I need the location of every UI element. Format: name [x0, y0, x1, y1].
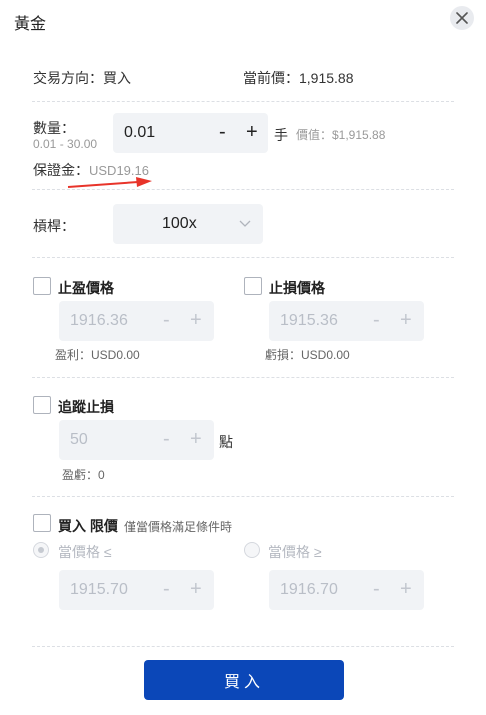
stop-loss-minus-button[interactable]: -	[373, 310, 380, 330]
limit-ge-radio[interactable]	[244, 542, 260, 558]
limit-ge-stepper: 1916.70 - +	[269, 570, 424, 610]
quantity-unit: 手	[274, 127, 288, 143]
price-value: 1,915.88	[299, 70, 354, 86]
take-profit-minus-button[interactable]: -	[163, 310, 170, 330]
limit-checkbox[interactable]	[33, 514, 51, 532]
limit-hint: 僅當價格滿足條件時	[124, 520, 233, 534]
chevron-down-icon	[239, 220, 251, 227]
limit-le-label: 當價格 ≤	[58, 544, 112, 560]
limit-ge-label: 當價格 ≥	[268, 544, 322, 560]
stop-loss-pnl: 虧損：USD0.00	[265, 348, 350, 362]
direction-label: 交易方向：	[33, 70, 103, 86]
leverage-label: 槓桿：	[33, 218, 75, 234]
price-label: 當前價：	[243, 70, 299, 86]
direction-row: 交易方向：買入	[33, 68, 131, 88]
take-profit-label: 止盈價格	[58, 280, 114, 296]
quantity-range: 0.01 - 30.00	[33, 137, 98, 151]
stop-loss-label: 止損價格	[269, 280, 325, 296]
dialog-title: 黃金	[14, 16, 47, 33]
quantity-value: 價值：$1,915.88	[296, 128, 386, 142]
divider	[32, 496, 454, 497]
stop-loss-stepper: 1915.36 - +	[269, 301, 424, 341]
close-icon	[456, 12, 468, 24]
trailing-stop-pnl: 盈虧：0	[62, 468, 105, 482]
quantity-input[interactable]: 0.01	[124, 124, 155, 142]
stop-loss-plus-button[interactable]: +	[400, 310, 412, 330]
limit-ge-plus-button[interactable]: +	[400, 579, 412, 599]
take-profit-plus-button[interactable]: +	[190, 310, 202, 330]
stop-loss-checkbox[interactable]	[244, 277, 262, 295]
direction-value: 買入	[103, 70, 131, 86]
buy-button[interactable]: 買入	[144, 660, 344, 700]
divider	[32, 646, 454, 647]
stop-loss-input[interactable]: 1915.36	[280, 312, 338, 330]
limit-le-plus-button[interactable]: +	[190, 579, 202, 599]
leverage-select[interactable]: 100x	[113, 204, 263, 244]
limit-le-stepper: 1915.70 - +	[59, 570, 214, 610]
limit-ge-minus-button[interactable]: -	[373, 579, 380, 599]
trailing-stop-input[interactable]: 50	[70, 431, 88, 449]
limit-le-radio[interactable]	[33, 542, 49, 558]
quantity-stepper: 0.01 - +	[113, 113, 268, 153]
divider	[32, 189, 454, 190]
trailing-stop-minus-button[interactable]: -	[163, 429, 170, 449]
quantity-label: 數量：	[33, 120, 75, 136]
divider	[32, 101, 454, 102]
limit-le-minus-button[interactable]: -	[163, 579, 170, 599]
trailing-stop-unit: 點	[219, 434, 233, 450]
limit-ge-input[interactable]: 1916.70	[280, 581, 338, 599]
trailing-stop-checkbox[interactable]	[33, 396, 51, 414]
trailing-stop-label: 追蹤止損	[58, 399, 114, 415]
divider	[32, 257, 454, 258]
close-button[interactable]	[450, 6, 474, 30]
quantity-minus-button[interactable]: -	[219, 122, 226, 142]
limit-label: 買入 限價	[58, 518, 118, 534]
quantity-plus-button[interactable]: +	[246, 122, 258, 142]
trailing-stop-stepper: 50 - +	[59, 420, 214, 460]
price-row: 當前價：1,915.88	[243, 68, 354, 88]
take-profit-checkbox[interactable]	[33, 277, 51, 295]
limit-le-input[interactable]: 1915.70	[70, 581, 128, 599]
take-profit-input[interactable]: 1916.36	[70, 312, 128, 330]
leverage-value: 100x	[162, 215, 197, 232]
take-profit-stepper: 1916.36 - +	[59, 301, 214, 341]
divider	[32, 377, 454, 378]
trailing-stop-plus-button[interactable]: +	[190, 429, 202, 449]
take-profit-pnl: 盈利：USD0.00	[55, 348, 140, 362]
